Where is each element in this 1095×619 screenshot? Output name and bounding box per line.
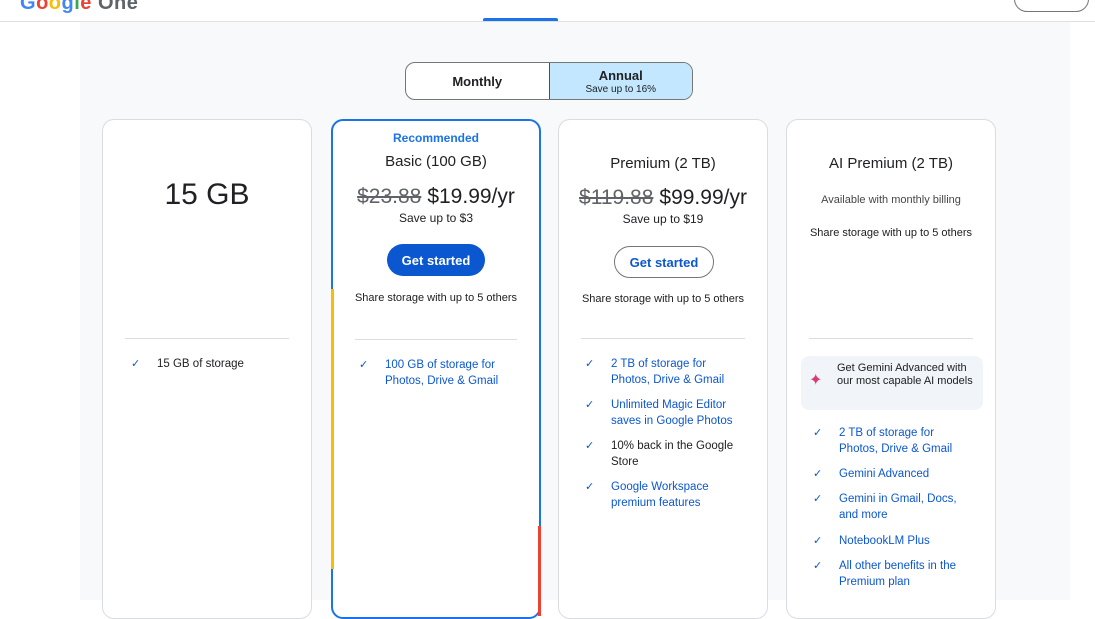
feature-text[interactable]: Unlimited Magic Editor saves in Google P… [611, 397, 745, 429]
feature-item: ✓ Google Workspace premium features [585, 479, 745, 511]
sign-in-button[interactable] [1014, 0, 1089, 12]
card-divider [355, 339, 517, 340]
plan-name: AI Premium (2 TB) [829, 155, 953, 172]
annual-savings-label: Save up to 16% [585, 83, 657, 95]
get-started-button[interactable]: Get started [614, 246, 714, 278]
feature-item: ✓ Gemini Advanced [813, 466, 973, 482]
check-icon: ✓ [359, 359, 369, 371]
billing-period-toggle: Monthly Annual Save up to 16% [405, 62, 693, 100]
plan-name: Basic (100 GB) [385, 153, 487, 170]
savings-text: Save up to $19 [622, 212, 704, 226]
feature-item: ✓ All other benefits in the Premium plan [813, 558, 973, 590]
feature-item: ✓ 2 TB of storage for Photos, Drive & Gm… [585, 356, 745, 388]
feature-item: ✓ 15 GB of storage [131, 356, 291, 372]
discounted-price: $99.99/yr [659, 186, 747, 209]
recommended-badge: Recommended [392, 131, 480, 145]
gemini-callout: ✦ Get Gemini Advanced with our most capa… [801, 356, 983, 410]
gemini-sparkle-icon: ✦ [809, 372, 823, 389]
monthly-toggle-button[interactable]: Monthly [406, 63, 549, 99]
check-icon: ✓ [813, 427, 823, 439]
plan-card-basic: Recommended Basic (100 GB) $23.88 $19.99/… [331, 119, 541, 619]
feature-text: 15 GB of storage [157, 358, 244, 370]
discounted-price: $19.99/yr [427, 185, 515, 208]
check-icon: ✓ [585, 399, 595, 411]
share-storage-text: Share storage with up to 5 others [809, 227, 973, 239]
plan-name: Premium (2 TB) [610, 155, 716, 172]
plan-card-ai-premium: AI Premium (2 TB) Available with monthly… [786, 119, 996, 619]
feature-item: ✓ 2 TB of storage for Photos, Drive & Gm… [813, 425, 973, 457]
feature-item: ✓ 10% back in the Google Store [585, 438, 745, 470]
original-price: $119.88 [579, 186, 654, 209]
plan-card-premium: Premium (2 TB) $119.88 $99.99/yr Save up … [558, 119, 768, 619]
get-started-button[interactable]: Get started [387, 244, 485, 276]
plan-price: $119.88 $99.99/yr [559, 186, 767, 210]
plan-name: 15 GB [164, 178, 250, 211]
feature-item: ✓ Gemini in Gmail, Docs, and more [813, 491, 973, 523]
plan-price: $23.88 $19.99/yr [333, 185, 539, 209]
feature-text[interactable]: Gemini Advanced [839, 466, 929, 482]
plan-card-15gb: 15 GB ✓ 15 GB of storage [102, 119, 312, 619]
feature-item: ✓ 100 GB of storage for Photos, Drive & … [359, 357, 519, 389]
savings-text: Save up to $3 [398, 211, 474, 225]
card-divider [581, 338, 745, 339]
check-icon: ✓ [585, 440, 595, 452]
feature-text[interactable]: Google Workspace premium features [611, 479, 745, 511]
share-storage-text: Share storage with up to 5 others [581, 293, 745, 305]
check-icon: ✓ [813, 535, 823, 547]
feature-text[interactable]: NotebookLM Plus [839, 533, 930, 549]
feature-item: ✓ Unlimited Magic Editor saves in Google… [585, 397, 745, 429]
check-icon: ✓ [813, 493, 823, 505]
feature-text: 10% back in the Google Store [611, 440, 734, 468]
gemini-callout-text: Get Gemini Advanced with our most capabl… [837, 362, 973, 387]
feature-text[interactable]: 2 TB of storage for Photos, Drive & Gmai… [611, 356, 745, 388]
feature-text[interactable]: Gemini in Gmail, Docs, and more [839, 491, 973, 523]
share-storage-text: Share storage with up to 5 others [354, 292, 518, 304]
card-divider [125, 338, 289, 339]
check-icon: ✓ [585, 481, 595, 493]
accent-stripe-right [538, 526, 541, 616]
check-icon: ✓ [813, 560, 823, 572]
check-icon: ✓ [585, 358, 595, 370]
availability-text: Available with monthly billing [821, 194, 961, 206]
feature-text[interactable]: 100 GB of storage for Photos, Drive & Gm… [385, 357, 519, 389]
annual-toggle-button[interactable]: Annual Save up to 16% [548, 63, 692, 99]
check-icon: ✓ [131, 358, 141, 370]
feature-text[interactable]: 2 TB of storage for Photos, Drive & Gmai… [839, 425, 973, 457]
google-one-logo[interactable]: Google One [20, 0, 138, 15]
check-icon: ✓ [813, 468, 823, 480]
top-navigation-bar: Google One [0, 0, 1095, 22]
annual-label: Annual [598, 67, 643, 83]
monthly-label: Monthly [452, 73, 503, 89]
accent-stripe-left [331, 289, 334, 569]
card-divider [809, 338, 973, 339]
feature-item: ✓ NotebookLM Plus [813, 533, 973, 549]
active-tab-indicator [483, 18, 558, 21]
feature-text[interactable]: All other benefits in the Premium plan [839, 558, 973, 590]
original-price: $23.88 [357, 185, 422, 208]
